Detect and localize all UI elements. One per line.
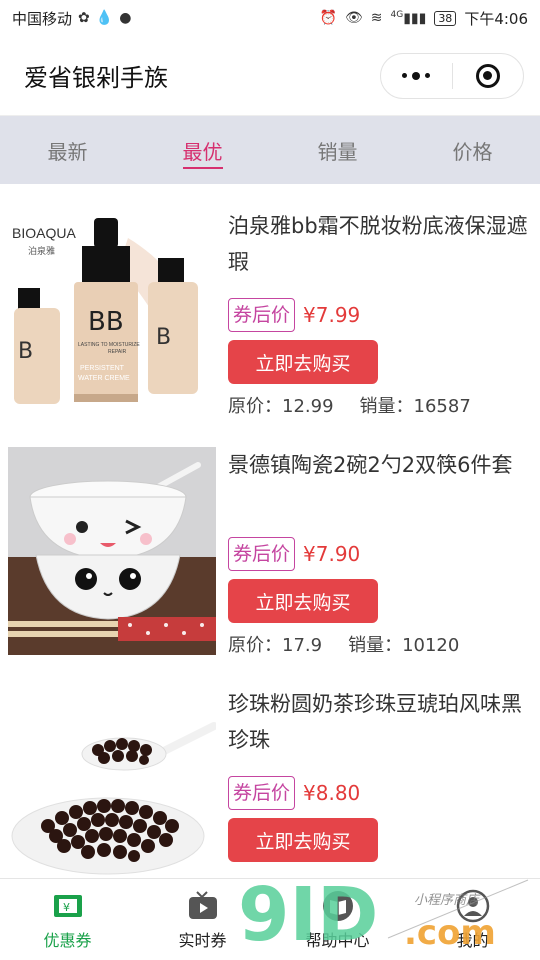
product-name[interactable]: 泊泉雅bb霜不脱妆粉底液保湿遮瑕 (228, 208, 528, 282)
user-icon (456, 889, 490, 923)
buy-now-button[interactable]: 立即去购买 (228, 818, 378, 862)
more-dots-icon (402, 71, 431, 80)
drop-icon: 💧 (95, 10, 114, 26)
tab-newest[interactable]: 最新 (0, 136, 135, 165)
tabbar-label: 帮助中心 (305, 930, 370, 950)
svg-text:B: B (156, 325, 171, 350)
product-image-bb-cream[interactable]: BIOAQUA 泊泉雅 B B BB LASTING TO MOISTURIZE (8, 208, 216, 416)
product-list: BIOAQUA 泊泉雅 B B BB LASTING TO MOISTURIZE (0, 184, 540, 878)
more-menu-button[interactable] (381, 54, 452, 98)
svg-text:泊泉雅: 泊泉雅 (28, 245, 55, 257)
chat-bubble-icon: ● (119, 10, 132, 26)
tabbar-item-coupons[interactable]: ¥ 优惠券 (0, 879, 135, 960)
buy-now-button[interactable]: 立即去购买 (228, 340, 378, 384)
original-price: 原价：17.9 (228, 635, 323, 656)
bottom-tab-bar: ¥ 优惠券 实时券 帮助中心 我的 (0, 878, 540, 960)
coupon-price: ¥7.90 (303, 542, 361, 566)
status-bar: 中国移动 ✿ 💧 ● ⏰ 👁 ≋ 4G▮▮▮ 38 下午4:06 (0, 0, 540, 36)
tabbar-label: 实时券 (178, 930, 227, 950)
coupon-price: ¥7.99 (303, 303, 361, 327)
tabbar-item-live-coupons[interactable]: 实时券 (135, 879, 270, 960)
svg-text:B: B (18, 339, 33, 364)
product-item[interactable]: 景德镇陶瓷2碗2勺2双筷6件套 券后价 ¥7.90 立即去购买 原价：17.9 … (0, 423, 540, 662)
product-name[interactable]: 景德镇陶瓷2碗2勺2双筷6件套 (228, 447, 528, 521)
battery-icon: 38 (434, 10, 457, 26)
original-price: 原价：12.99 (228, 396, 334, 417)
target-close-icon (475, 63, 500, 88)
eye-icon: 👁 (344, 10, 363, 26)
tabbar-item-help-center[interactable]: 帮助中心 (270, 879, 405, 960)
tab-best[interactable]: 最优 (135, 136, 270, 169)
alarm-icon: ⏰ (319, 10, 337, 26)
svg-text:BB: BB (88, 307, 124, 337)
product-item[interactable]: BIOAQUA 泊泉雅 B B BB LASTING TO MOISTURIZE (0, 184, 540, 423)
flower-icon: ✿ (78, 10, 90, 26)
signal-icon: 4G▮▮▮ (390, 9, 427, 27)
tv-play-icon (186, 889, 220, 923)
navigation-bar: 爱省银剁手族 (0, 36, 540, 116)
tab-sales[interactable]: 销量 (270, 136, 405, 165)
clock: 下午4:06 (464, 9, 528, 28)
buy-now-button[interactable]: 立即去购买 (228, 579, 378, 623)
tabbar-label: 优惠券 (43, 930, 92, 950)
sort-tabs: 最新 最优 销量 价格 (0, 116, 540, 184)
coupon-price-badge: 券后价 (228, 537, 296, 571)
wifi-icon: ≋ (370, 10, 383, 26)
miniprogram-capsule (380, 52, 524, 99)
product-image-ceramic-bowls[interactable] (8, 447, 216, 655)
tabbar-item-mine[interactable]: 我的 (405, 879, 540, 960)
svg-text:WATER CREME: WATER CREME (78, 375, 130, 382)
tab-price[interactable]: 价格 (405, 136, 540, 165)
book-icon (321, 889, 355, 923)
coupon-icon: ¥ (51, 889, 85, 923)
page-title: 爱省银剁手族 (24, 64, 168, 92)
sales-count: 销量：10120 (348, 635, 460, 656)
carrier-label: 中国移动 (12, 9, 73, 28)
svg-text:REPAIR: REPAIR (108, 349, 127, 355)
coupon-price-badge: 券后价 (228, 298, 296, 332)
tabbar-label: 我的 (456, 930, 489, 950)
sales-count: 销量：16587 (359, 396, 471, 417)
close-miniprogram-button[interactable] (453, 54, 524, 98)
product-item[interactable]: 珍珠粉圆奶茶珍珠豆琥珀风味黑珍珠 券后价 ¥8.80 立即去购买 (0, 662, 540, 878)
product-name[interactable]: 珍珠粉圆奶茶珍珠豆琥珀风味黑珍珠 (228, 686, 528, 760)
svg-text:LASTING TO MOISTURIZE: LASTING TO MOISTURIZE (78, 342, 140, 348)
svg-text:BIOAQUA: BIOAQUA (12, 225, 76, 241)
coupon-price-badge: 券后价 (228, 776, 296, 810)
svg-text:¥: ¥ (63, 901, 70, 914)
product-image-tapioca-pearls[interactable] (8, 686, 216, 878)
svg-text:PERSISTENT: PERSISTENT (80, 365, 125, 372)
coupon-price: ¥8.80 (303, 781, 361, 805)
